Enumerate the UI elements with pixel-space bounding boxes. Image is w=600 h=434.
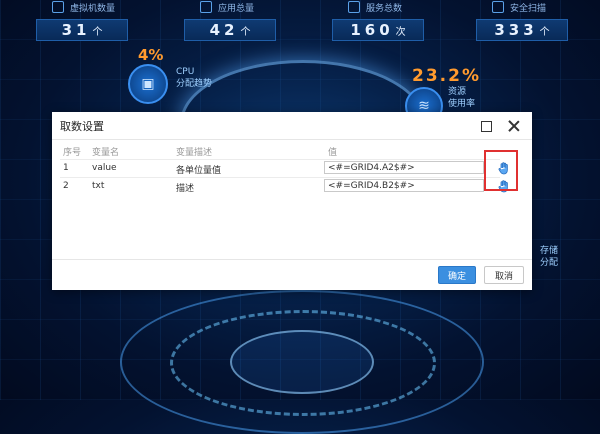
close-button[interactable] [504,116,524,136]
row-seq: 1 [63,163,69,173]
resource-label: 资源 使用率 [448,86,475,110]
value-input[interactable] [324,161,484,174]
table-row: 2 txt 描述 [60,177,508,195]
stat-value: 31 [61,21,91,39]
row-seq: 2 [63,181,69,191]
ok-button[interactable]: 确定 [438,266,476,284]
resource-label-line1: 资源 [448,87,467,97]
cancel-button[interactable]: 取消 [484,266,524,284]
row-name: txt [92,181,105,191]
storage-label-line1: 存储 [540,246,559,256]
stat-app-total: 应用总量 42 个 [170,0,288,41]
stat-unit: 个 [240,26,251,38]
highlight-box [484,150,518,191]
close-icon [508,120,520,132]
row-desc: 描述 [176,184,195,194]
fetch-settings-dialog: 取数设置 序号 变量名 变量描述 值 1 value 各单位量值 2 [52,112,532,290]
col-seq-header: 序号 [63,148,82,158]
stat-unit: 个 [539,26,550,38]
dialog-title: 取数设置 [60,119,104,133]
row-name: value [92,163,117,173]
stat-label: 服务总数 [366,3,403,14]
dialog-titlebar[interactable]: 取数设置 [52,112,532,140]
table-header: 序号 变量名 变量描述 值 [60,142,500,159]
stat-label: 安全扫描 [510,3,547,14]
maximize-button[interactable] [476,116,496,136]
cpu-percent: 4% [138,46,164,64]
storage-label: 存储 分配 [540,245,558,269]
cpu-label-line2: 分配趋势 [176,79,213,89]
cpu-label-line1: CPU [176,67,195,77]
monitor-icon [52,1,64,13]
cube-icon [200,1,212,13]
table-row: 1 value 各单位量值 [60,159,508,177]
stat-unit: 次 [395,26,406,38]
maximize-icon [480,120,492,132]
row-desc: 各单位量值 [176,166,222,176]
stat-value: 42 [209,21,239,39]
col-value-header: 值 [328,148,338,158]
shield-icon [492,1,504,13]
col-name-header: 变量名 [92,148,120,158]
server-icon [348,1,360,13]
value-input[interactable] [324,179,484,192]
variable-table: 序号 变量名 变量描述 值 1 value 各单位量值 2 txt 描述 [60,142,508,195]
stat-security-scan: 安全扫描 333 个 [462,0,580,41]
base-ring-inner [230,330,374,394]
cpu-label: CPU 分配趋势 [176,66,212,90]
stat-value: 160 [350,21,394,39]
stat-service-total: 服务总数 160 次 [318,0,436,41]
cpu-chip-icon: ▣ [128,64,168,104]
resource-label-line2: 使用率 [448,99,476,109]
stat-unit: 个 [92,26,103,38]
stat-label: 虚拟机数量 [70,3,116,14]
dialog-footer: 确定 取消 [52,259,532,291]
stat-label: 应用总量 [218,3,255,14]
storage-label-line2: 分配 [540,258,559,268]
col-desc-header: 变量描述 [176,148,213,158]
resource-percent: 23.2% [412,66,481,86]
stat-value: 333 [494,21,538,39]
stat-vm-count: 虚拟机数量 31 个 [22,0,140,41]
